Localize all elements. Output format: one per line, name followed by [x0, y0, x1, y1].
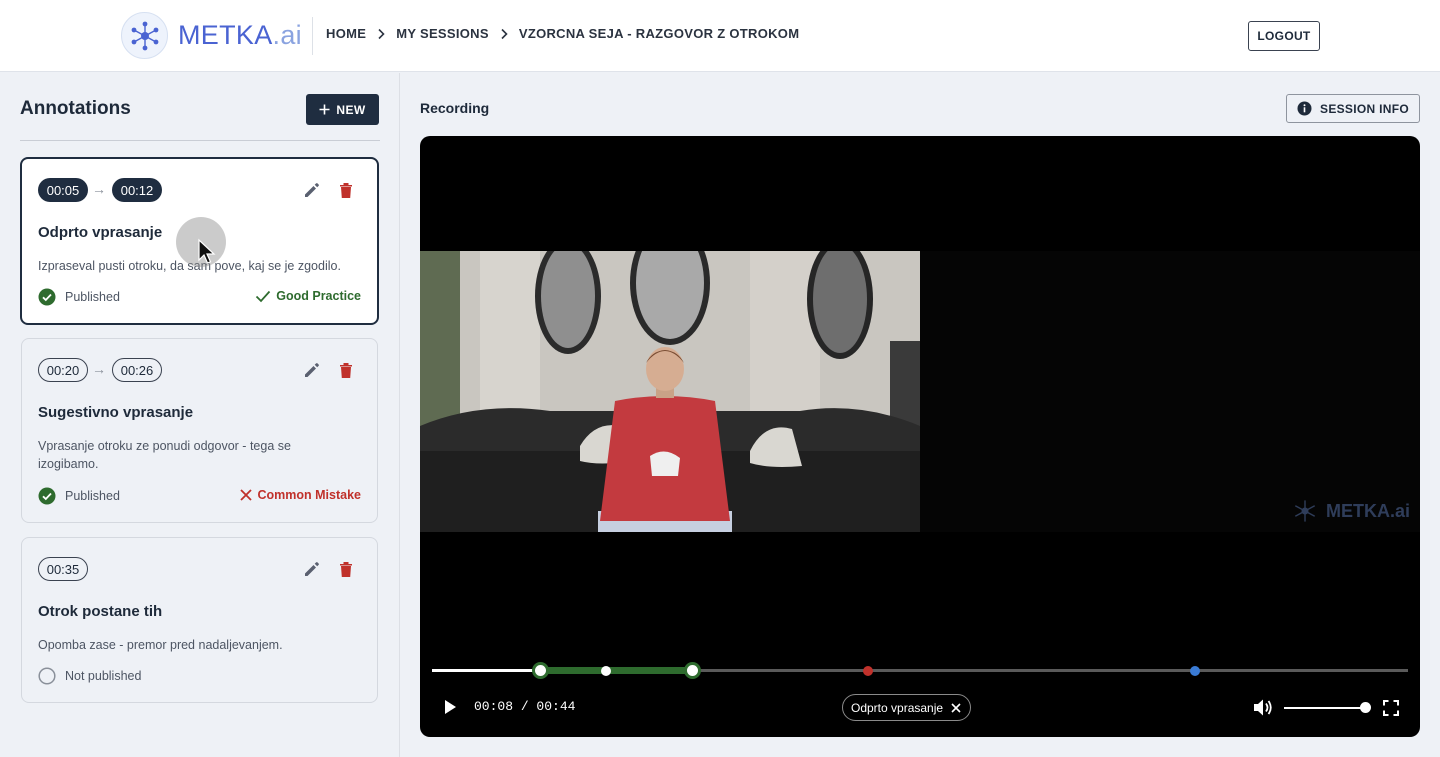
arrow-right-icon: →: [92, 361, 106, 377]
pencil-icon[interactable]: [303, 181, 321, 199]
breadcrumb-home[interactable]: HOME: [326, 26, 366, 41]
pencil-icon[interactable]: [303, 361, 321, 379]
trash-icon[interactable]: [338, 181, 354, 199]
arrow-right-icon: →: [92, 181, 106, 197]
logo-wordmark: METKA.ai: [178, 20, 302, 50]
annotation-marker-blue[interactable]: [1190, 666, 1200, 676]
breadcrumb: HOME MY SESSIONS VZORCNA SEJA - RAZGOVOR…: [326, 26, 799, 41]
pencil-icon[interactable]: [303, 560, 321, 578]
top-bar: METKA.ai HOME MY SESSIONS VZORCNA SEJA -…: [0, 0, 1440, 72]
annotation-card[interactable]: 00:20 → 00:26 Sugestivno vprasanje Vpras…: [21, 338, 378, 523]
segment-end-handle[interactable]: [684, 662, 701, 679]
video-frame: METKA.ai: [420, 251, 1420, 532]
close-icon: [239, 489, 252, 501]
publish-status: Published: [38, 487, 120, 505]
check-circle-icon: [38, 487, 56, 505]
plus-icon: [319, 104, 330, 115]
header-divider: [312, 17, 313, 55]
check-circle-icon: [38, 288, 56, 306]
logo-network-icon: [1294, 500, 1316, 522]
annotation-title: Odprto vprasanje: [38, 224, 163, 241]
recording-title: Recording: [420, 100, 490, 116]
info-icon: [1297, 101, 1312, 116]
new-button-label: NEW: [336, 102, 366, 117]
volume-slider-knob[interactable]: [1360, 702, 1371, 713]
close-icon[interactable]: [951, 702, 961, 713]
pointer-icon: [198, 238, 216, 264]
annotation-title: Otrok postane tih: [38, 603, 163, 620]
volume-icon[interactable]: [1253, 698, 1273, 717]
divider: [20, 140, 380, 141]
start-time-badge: 00:05: [38, 178, 88, 202]
check-icon: [256, 290, 271, 303]
new-annotation-button[interactable]: NEW: [306, 94, 379, 125]
annotation-card[interactable]: 00:35 Otrok postane tih Opomba zase - pr…: [21, 537, 378, 703]
common-mistake-tag: Common Mistake: [239, 488, 361, 502]
playhead-knob[interactable]: [601, 666, 611, 676]
empty-circle-icon: [38, 667, 56, 685]
chevron-right-icon: [489, 28, 519, 40]
time-display: 00:08 / 00:44: [474, 699, 576, 714]
start-time-badge: 00:20: [38, 358, 88, 382]
annotation-segment-highlight: [541, 667, 693, 674]
publish-status: Published: [38, 288, 120, 306]
logo-network-icon: [121, 12, 168, 59]
play-icon[interactable]: [443, 699, 457, 715]
publish-status: Not published: [38, 667, 141, 685]
annotation-title: Sugestivno vprasanje: [38, 404, 194, 421]
annotation-description: Opomba zase - premor pred nadaljevanjem.: [38, 638, 283, 652]
chevron-right-icon: [366, 28, 396, 40]
breadcrumb-current-session: VZORCNA SEJA - RAZGOVOR Z OTROKOM: [518, 26, 800, 41]
volume-slider-track[interactable]: [1284, 707, 1366, 709]
app-logo[interactable]: METKA.ai: [121, 12, 302, 59]
fullscreen-icon[interactable]: [1383, 700, 1399, 716]
segment-start-handle[interactable]: [532, 662, 549, 679]
annotation-description: Vprasanje otroku ze ponudi odgovor - teg…: [38, 439, 291, 471]
video-player[interactable]: METKA.ai 00:08 / 00:44 Odprto vprasanje: [420, 136, 1420, 737]
good-practice-tag: Good Practice: [255, 289, 361, 303]
video-scene-image: [420, 251, 920, 532]
logout-button[interactable]: LOGOUT: [1248, 21, 1320, 51]
end-time-badge: 00:26: [112, 358, 162, 382]
watermark-logo: METKA.ai: [1290, 496, 1410, 526]
trash-icon[interactable]: [338, 560, 354, 578]
end-time-badge: 00:12: [112, 178, 162, 202]
trash-icon[interactable]: [338, 361, 354, 379]
session-info-button[interactable]: SESSION INFO: [1286, 94, 1420, 123]
start-time-badge: 00:35: [38, 557, 88, 581]
breadcrumb-my-sessions[interactable]: MY SESSIONS: [396, 26, 489, 41]
annotations-title: Annotations: [20, 98, 131, 119]
annotation-marker-red[interactable]: [863, 666, 873, 676]
annotations-panel: Annotations NEW 00:05 → 00:12 Odprto vpr…: [0, 73, 400, 757]
mouse-cursor-highlight: [176, 217, 226, 267]
active-annotation-chip[interactable]: Odprto vprasanje: [842, 694, 972, 721]
